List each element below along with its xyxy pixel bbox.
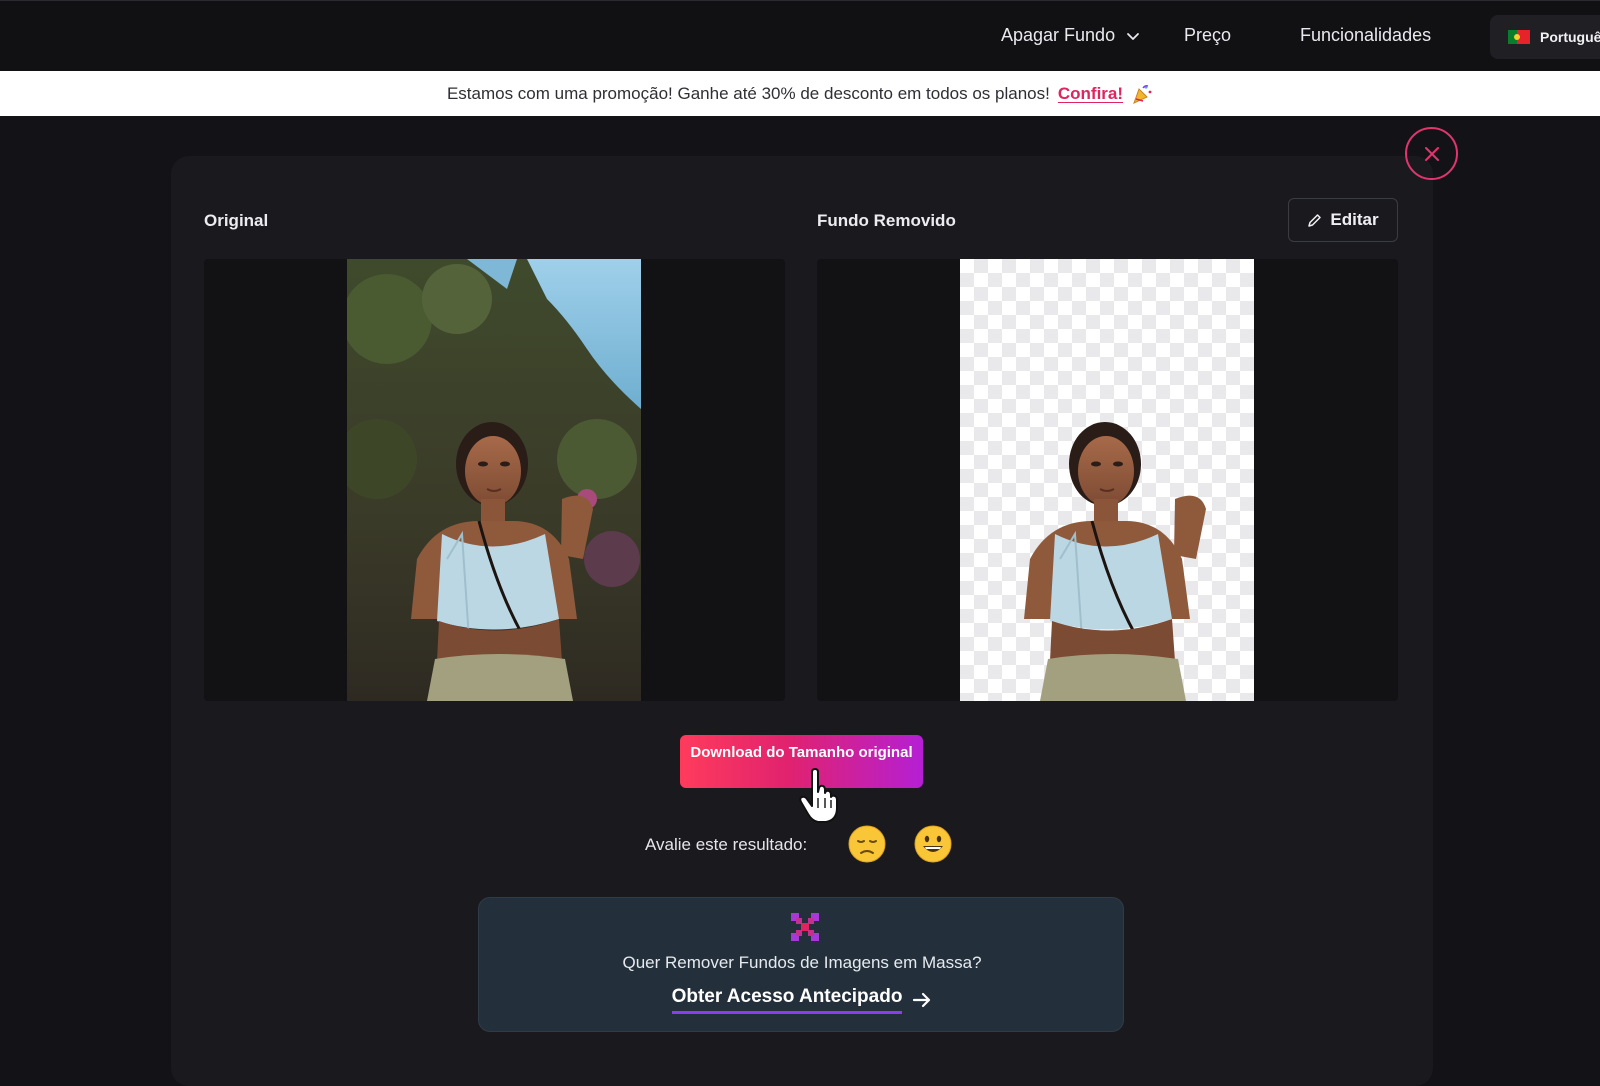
sad-face-icon[interactable] xyxy=(847,824,887,864)
nav-item-label: Apagar Fundo xyxy=(1001,25,1116,45)
promo-text: Estamos com uma promoção! Ganhe até 30% … xyxy=(446,83,1050,103)
top-navigation-bar: Apagar Fundo Preço Funcionalidades Portu… xyxy=(0,0,1600,71)
pencil-icon xyxy=(1308,213,1322,227)
nav-item-remove-background[interactable]: Apagar Fundo xyxy=(1001,25,1141,46)
transparent-checkerboard xyxy=(960,259,1254,701)
promo-link[interactable]: Confira! xyxy=(1058,84,1123,104)
happy-face-icon[interactable] xyxy=(913,824,953,864)
close-button[interactable] xyxy=(1405,127,1458,180)
cutout-photo xyxy=(1024,422,1206,701)
original-photo xyxy=(347,259,641,701)
nav-item-features[interactable]: Funcionalidades xyxy=(1300,25,1431,46)
party-popper-icon xyxy=(1133,84,1152,104)
nav-item-pricing[interactable]: Preço xyxy=(1184,25,1231,46)
edit-button[interactable]: Editar xyxy=(1288,198,1398,242)
close-icon xyxy=(1424,146,1439,161)
original-image-pane xyxy=(204,259,785,701)
original-title: Original xyxy=(204,211,269,230)
nav-item-label: Funcionalidades xyxy=(1300,25,1432,45)
nav-item-label: Preço xyxy=(1184,25,1232,45)
rating-label: Avalie este resultado: xyxy=(645,835,808,854)
removed-background-title: Fundo Removido xyxy=(817,211,956,230)
language-selector[interactable]: Portuguê xyxy=(1490,15,1600,59)
arrow-right-icon xyxy=(913,992,931,1008)
bulk-removal-card: Quer Remover Fundos de Imagens em Massa?… xyxy=(478,897,1124,1032)
early-access-label: Obter Acesso Antecipado xyxy=(671,986,903,1014)
chevron-down-icon xyxy=(1127,32,1139,40)
bulk-removal-text: Quer Remover Fundos de Imagens em Massa? xyxy=(622,953,982,972)
bulk-grid-icon xyxy=(791,913,819,941)
hand-cursor-icon xyxy=(799,768,838,823)
edit-label: Editar xyxy=(1330,210,1379,229)
removed-background-pane xyxy=(817,259,1398,701)
promo-banner: Estamos com uma promoção! Ganhe até 30% … xyxy=(0,71,1600,116)
portugal-flag-icon xyxy=(1508,30,1530,44)
language-label: Portuguê xyxy=(1540,29,1600,45)
early-access-link[interactable]: Obter Acesso Antecipado xyxy=(479,986,1125,1014)
